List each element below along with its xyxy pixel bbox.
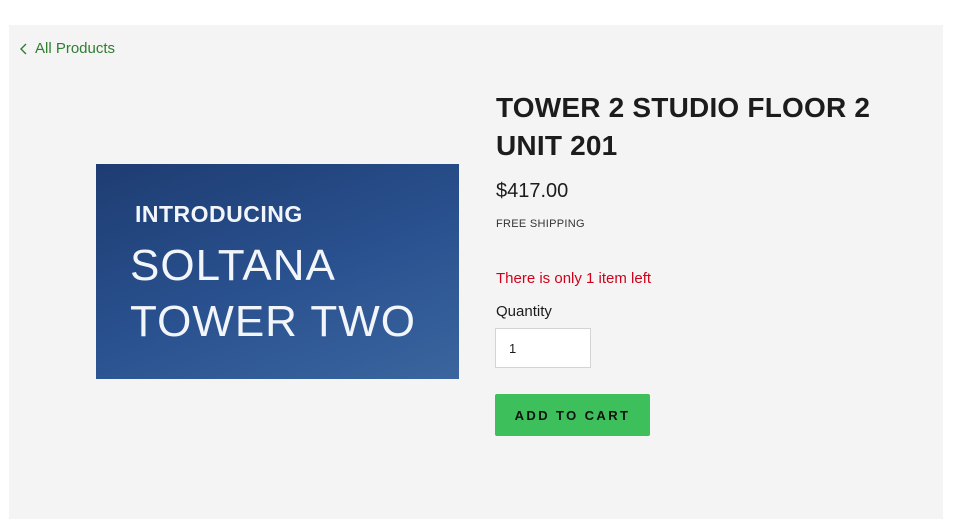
product-price: $417.00 [496,180,569,202]
add-to-cart-button[interactable]: ADD TO CART [495,394,650,436]
image-text-introducing: INTRODUCING [135,201,303,227]
image-text-tower-two: TOWER TWO [130,297,417,346]
all-products-link[interactable]: All Products [19,40,115,57]
product-image: INTRODUCING SOLTANA TOWER TWO [96,164,459,379]
image-text-soltana: SOLTANA [130,241,336,290]
shipping-note: FREE SHIPPING [496,218,585,230]
product-title: TOWER 2 STUDIO FLOOR 2 UNIT 201 [496,92,871,161]
quantity-input[interactable] [495,328,591,368]
chevron-left-icon [19,42,29,56]
all-products-label: All Products [35,40,116,57]
quantity-label: Quantity [496,303,552,320]
stock-warning: There is only 1 item left [496,270,652,287]
